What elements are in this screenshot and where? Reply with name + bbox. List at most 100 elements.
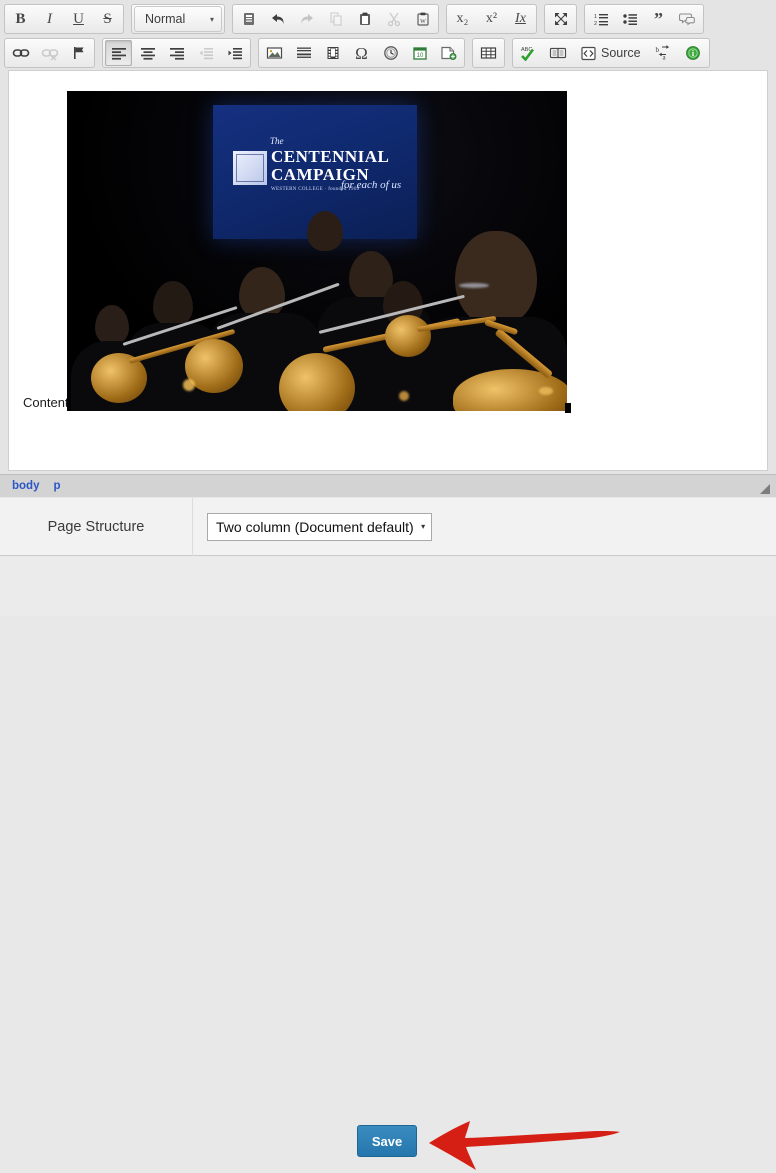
media-embed-button[interactable] <box>319 40 346 66</box>
insert-date-button[interactable]: 10 <box>406 40 433 66</box>
maximize-button[interactable] <box>547 6 574 32</box>
element-path: body p <box>12 480 61 492</box>
paste-icon <box>359 12 370 25</box>
toolbar-group-table <box>472 38 505 68</box>
decrease-indent-icon <box>199 48 213 60</box>
templates-button[interactable] <box>235 6 262 32</box>
text-replace-icon: b a <box>656 45 670 61</box>
italic-button[interactable]: I <box>36 6 63 32</box>
red-arrow-annotation <box>429 1121 620 1170</box>
image-button[interactable] <box>261 40 288 66</box>
undo-icon <box>271 14 284 24</box>
maximize-icon <box>554 13 567 25</box>
blockquote-icon: ” <box>654 9 663 29</box>
remove-format-icon: Ix <box>515 11 526 26</box>
save-button[interactable]: Save <box>357 1125 417 1157</box>
calendar-icon: 10 <box>412 47 427 60</box>
align-center-icon <box>140 48 155 60</box>
subscript-button[interactable]: x₂ <box>449 6 476 32</box>
source-button[interactable]: Source <box>573 40 649 66</box>
superscript-button[interactable]: x² <box>478 6 505 32</box>
toolbar-group-alignment <box>102 38 251 68</box>
book-icon <box>549 47 566 59</box>
element-path-p[interactable]: p <box>53 480 60 492</box>
redo-button[interactable] <box>293 6 320 32</box>
anchor-button[interactable] <box>65 40 92 66</box>
redo-icon <box>300 14 313 24</box>
image-resize-handle[interactable] <box>565 403 571 413</box>
comment-icon <box>679 13 695 26</box>
form-actions-bar: Save <box>0 557 776 1170</box>
page-break-button[interactable] <box>435 40 462 66</box>
chevron-down-icon: ▾ <box>421 522 426 531</box>
numbered-list-icon: 1 2 <box>594 14 608 27</box>
element-path-body[interactable]: body <box>12 480 39 492</box>
page-structure-field: Two column (Document default) ▾ <box>193 512 432 541</box>
about-button[interactable]: i <box>680 40 707 66</box>
remove-format-button[interactable]: Ix <box>507 6 534 32</box>
toolbar-group-script: x₂ x² Ix <box>446 4 537 34</box>
toolbar-group-lists: 1 2 ” <box>584 4 704 34</box>
chevron-down-icon: ▾ <box>209 14 214 24</box>
bold-icon: B <box>15 10 26 27</box>
inserted-image[interactable]: The CENTENNIAL CAMPAIGN WESTERN COLLEGE … <box>67 91 567 411</box>
toolbar-group-links <box>4 38 95 68</box>
comment-button[interactable] <box>674 6 701 32</box>
toolbar-group-basic-styles: B I U S <box>4 4 124 34</box>
increase-indent-icon <box>228 48 242 60</box>
link-button[interactable] <box>7 40 34 66</box>
glossary-button[interactable] <box>544 40 571 66</box>
special-character-button[interactable]: Ω <box>348 40 375 66</box>
cut-button[interactable] <box>380 6 407 32</box>
toolbar-group-maximize <box>544 4 577 34</box>
strikethrough-icon: S <box>103 10 112 27</box>
link-icon <box>12 49 29 57</box>
bulleted-list-button[interactable] <box>616 6 643 32</box>
image-icon <box>266 47 283 59</box>
toolbar-group-tools: ABC Source b a i <box>512 38 710 68</box>
paste-from-word-button[interactable]: W <box>409 6 436 32</box>
copy-button[interactable] <box>322 6 349 32</box>
unlink-icon <box>41 49 58 61</box>
unlink-button[interactable] <box>36 40 63 66</box>
decrease-indent-button[interactable] <box>192 40 219 66</box>
page-structure-row: Page Structure Two column (Document defa… <box>0 497 776 556</box>
cut-icon <box>387 12 400 27</box>
toolbar-row-2: Ω 10 ABC Source b a i <box>0 36 776 70</box>
svg-text:b: b <box>656 46 660 54</box>
paste-button[interactable] <box>351 6 378 32</box>
content-paragraph-text: Content <box>23 395 69 410</box>
subscript-icon: x₂ <box>456 11 469 26</box>
page-break-icon <box>441 46 457 60</box>
strikethrough-button[interactable]: S <box>94 6 121 32</box>
toolbar-group-insert: Ω 10 <box>258 38 465 68</box>
superscript-icon: x² <box>485 11 498 26</box>
align-right-button[interactable] <box>163 40 190 66</box>
toolbar-group-paragraph-format: Normal ▾ <box>131 4 225 34</box>
horizontal-rule-button[interactable] <box>290 40 317 66</box>
underline-icon: U <box>73 10 84 27</box>
underline-button[interactable]: U <box>65 6 92 32</box>
table-button[interactable] <box>475 40 502 66</box>
filmstrip-icon <box>327 47 338 59</box>
align-left-icon <box>111 48 126 60</box>
undo-button[interactable] <box>264 6 291 32</box>
editor-resize-grip-icon[interactable] <box>760 484 770 494</box>
editor-content-area[interactable]: Content The CENTENNIAL CAMPAIGN WESTERN … <box>8 70 768 471</box>
bold-button[interactable]: B <box>7 6 34 32</box>
ckeditor-container: B I U S Normal ▾ W x₂ x² Ix 1 2 ” Ω 10 A… <box>0 0 776 497</box>
align-right-icon <box>169 48 184 60</box>
align-center-button[interactable] <box>134 40 161 66</box>
svg-text:2: 2 <box>594 21 597 27</box>
find-replace-button[interactable]: b a <box>651 40 678 66</box>
insert-time-button[interactable] <box>377 40 404 66</box>
svg-text:W: W <box>420 19 426 25</box>
increase-indent-button[interactable] <box>221 40 248 66</box>
spell-check-button[interactable]: ABC <box>515 40 542 66</box>
page-structure-select[interactable]: Two column (Document default) ▾ <box>207 512 432 541</box>
numbered-list-button[interactable]: 1 2 <box>587 6 614 32</box>
align-left-button[interactable] <box>105 40 132 66</box>
bulleted-list-icon <box>622 14 637 25</box>
paragraph-format-select[interactable]: Normal ▾ <box>134 6 222 32</box>
blockquote-button[interactable]: ” <box>645 6 672 32</box>
